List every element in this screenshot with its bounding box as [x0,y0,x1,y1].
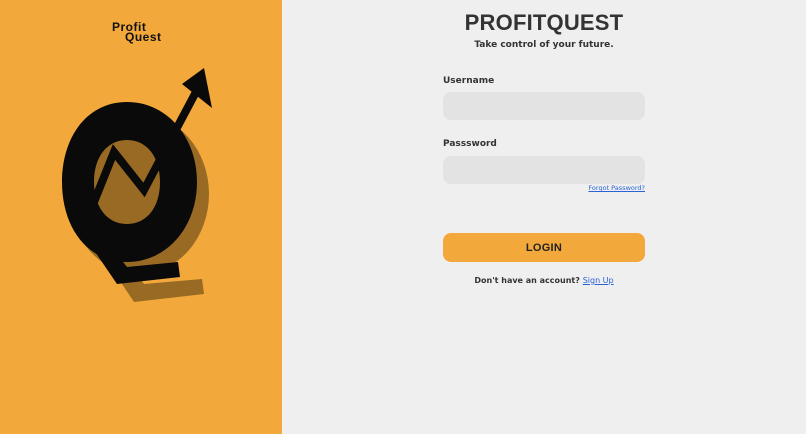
tagline: Take control of your future. [474,40,614,50]
password-label: Passsword [443,139,497,149]
signup-link[interactable]: Sign Up [583,276,614,285]
login-button[interactable]: LOGIN [443,233,645,262]
brand-logo: Profit Quest [112,20,172,46]
login-page: Profit Quest PROFITQUEST Take control of… [0,0,806,434]
brand-panel: Profit Quest [0,0,282,434]
signup-prompt: Don't have an account? [474,276,580,285]
signup-row: Don't have an account? Sign Up [282,276,806,285]
q-growth-arrow-icon [62,68,212,302]
username-label: Username [443,76,495,86]
app-title: PROFITQUEST [464,10,624,35]
password-input[interactable] [443,156,645,184]
forgot-password-link[interactable]: Forgot Password? [588,184,645,192]
brand-logo-line2: Quest [125,30,162,44]
username-input[interactable] [443,92,645,120]
login-panel: PROFITQUEST Take control of your future.… [282,0,806,434]
